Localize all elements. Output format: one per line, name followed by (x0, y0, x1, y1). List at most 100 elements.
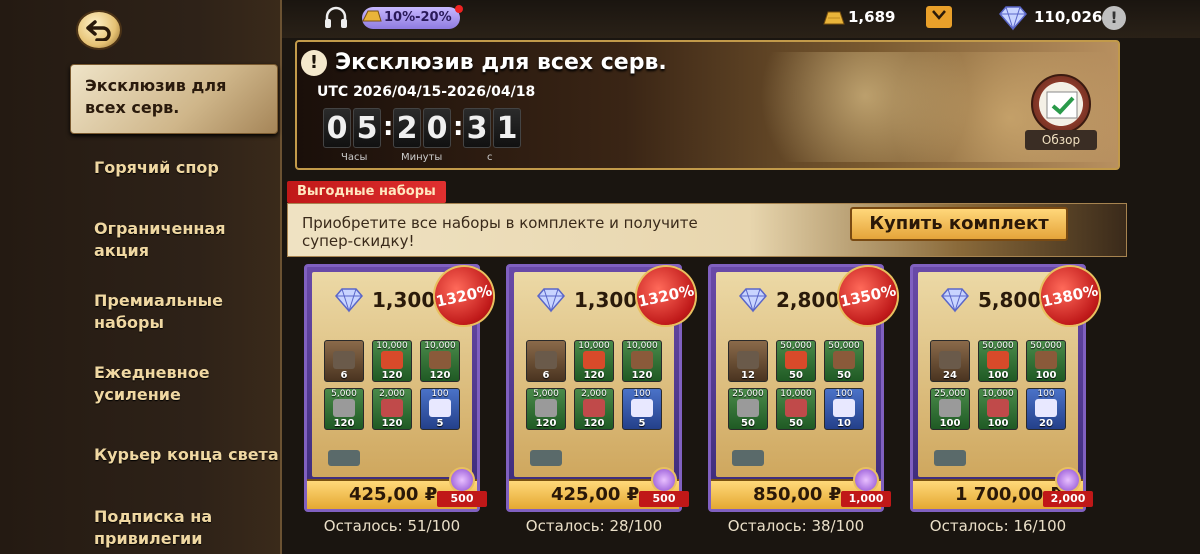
reward-item[interactable] (728, 436, 768, 478)
timer-digit: 3 (463, 108, 491, 148)
item-count: 120 (583, 418, 605, 429)
reward-item[interactable]: 100 5 (420, 388, 460, 430)
pack-card[interactable]: 1,300 6 10,000 120 10,000 120 5,000 120 … (506, 259, 703, 512)
reward-item[interactable] (324, 436, 364, 478)
sidebar-item-privilege-subscription[interactable]: Подписка на привилегии (94, 506, 234, 550)
reward-item[interactable]: 50,000 100 (1026, 340, 1066, 382)
points-badge: 1,000 (841, 467, 891, 507)
reward-item[interactable]: 50,000 50 (824, 340, 864, 382)
reward-item[interactable]: 10,000 120 (420, 340, 460, 382)
pack-card[interactable]: 5,800 24 50,000 100 50,000 100 25,000 10… (910, 259, 1107, 512)
back-button[interactable] (76, 10, 122, 50)
wood-icon (631, 351, 653, 369)
diamond-icon (537, 288, 565, 313)
pack-price: 425,00 ₽ (349, 484, 438, 505)
reward-item[interactable]: 100 20 (1026, 388, 1066, 430)
star-icon (651, 467, 677, 493)
overview-button[interactable]: Обзор (1025, 74, 1097, 154)
sidebar-item-doomsday-courier[interactable]: Курьер конца света (94, 444, 279, 466)
sidebar-item-premium-packs[interactable]: Премиальные наборы (94, 290, 234, 334)
gold-dropdown-button[interactable] (926, 6, 952, 28)
chest-icon (333, 351, 355, 369)
headset-icon[interactable] (322, 4, 350, 32)
reward-item[interactable]: 10,000 120 (622, 340, 662, 382)
vip-icon (631, 399, 653, 417)
reward-item[interactable]: 50,000 50 (776, 340, 816, 382)
item-top-value: 50,000 (828, 341, 860, 351)
item-count: 100 (1035, 370, 1057, 381)
reward-item[interactable]: 10,000 120 (574, 340, 614, 382)
item-count: 24 (943, 370, 957, 381)
reward-item[interactable]: 25,000 50 (728, 388, 768, 430)
calendar-icon (1031, 74, 1091, 134)
item-top-value: 10,000 (424, 341, 456, 351)
reward-item[interactable]: 2,000 120 (372, 388, 412, 430)
vip-icon (833, 399, 855, 417)
item-count: 50 (789, 370, 803, 381)
crate-icon (328, 450, 360, 466)
sidebar: Эксклюзив для всех серв. Горячий спор Ог… (0, 0, 282, 554)
chest-icon (737, 351, 759, 369)
item-top-value: 25,000 (934, 389, 966, 399)
sidebar-item-limited-offer[interactable]: Ограниченная акция (94, 218, 234, 262)
points-value: 2,000 (1043, 491, 1093, 507)
reward-item[interactable]: 10,000 100 (978, 388, 1018, 430)
steel-icon (737, 399, 759, 417)
wood-icon (833, 351, 855, 369)
points-badge: 500 (639, 467, 689, 507)
timer-colon: : (453, 112, 464, 142)
reward-item[interactable] (526, 436, 566, 478)
item-top-value: 25,000 (732, 389, 764, 399)
buy-button[interactable]: 425,00 ₽ 500 (307, 467, 487, 509)
reward-item[interactable]: 100 10 (824, 388, 864, 430)
info-icon[interactable]: ! (1102, 6, 1126, 30)
promo-badge[interactable]: 10%-20% (362, 5, 463, 29)
pack-card[interactable]: 2,800 12 50,000 50 50,000 50 25,000 50 1… (708, 259, 905, 512)
buy-button[interactable]: 850,00 ₽ 1,000 (711, 467, 891, 509)
reward-item[interactable]: 5,000 120 (526, 388, 566, 430)
chevron-down-icon (932, 10, 946, 20)
sidebar-item-exclusive[interactable]: Эксклюзив для всех серв. (70, 64, 278, 134)
reward-item[interactable]: 10,000 120 (372, 340, 412, 382)
tomato-icon (583, 351, 605, 369)
exclamation-icon[interactable]: ! (301, 50, 327, 76)
timer-digit: 2 (393, 108, 421, 148)
crate-icon (934, 450, 966, 466)
sidebar-item-label: Эксклюзив для всех серв. (85, 76, 227, 117)
sidebar-item-hot-debate[interactable]: Горячий спор (94, 157, 264, 179)
reward-item[interactable]: 100 5 (622, 388, 662, 430)
bundle-description: Приобретите все наборы в комплекте и пол… (302, 214, 698, 250)
reward-item[interactable]: 5,000 120 (324, 388, 364, 430)
steel-icon (535, 399, 557, 417)
item-count: 100 (987, 370, 1009, 381)
reward-item[interactable]: 25,000 100 (930, 388, 970, 430)
item-top-value: 100 (835, 389, 853, 399)
item-count: 12 (741, 370, 755, 381)
reward-item[interactable]: 10,000 50 (776, 388, 816, 430)
wood-icon (429, 351, 451, 369)
reward-item[interactable]: 50,000 100 (978, 340, 1018, 382)
item-count: 10 (837, 418, 851, 429)
tomato-icon (987, 351, 1009, 369)
steel-icon (939, 399, 961, 417)
buy-button[interactable]: 1 700,00 ₽ 2,000 (913, 467, 1093, 509)
reward-item[interactable]: 6 (324, 340, 364, 382)
item-top-value: 2,000 (379, 389, 405, 399)
item-count: 120 (381, 418, 403, 429)
meat-icon (987, 399, 1009, 417)
item-count: 100 (987, 418, 1009, 429)
pack-card[interactable]: 1,300 6 10,000 120 10,000 120 5,000 120 … (304, 259, 501, 512)
buy-button[interactable]: 425,00 ₽ 500 (509, 467, 689, 509)
chest-icon (535, 351, 557, 369)
overview-label: Обзор (1025, 130, 1097, 150)
buy-bundle-button[interactable]: Купить комплект (850, 207, 1068, 241)
promo-text: 10%-20% (384, 10, 452, 25)
sidebar-item-daily-boost[interactable]: Ежедневное усиление (94, 362, 224, 406)
reward-item[interactable]: 2,000 120 (574, 388, 614, 430)
reward-item[interactable] (930, 436, 970, 478)
reward-item[interactable]: 24 (930, 340, 970, 382)
reward-item[interactable]: 6 (526, 340, 566, 382)
reward-item[interactable]: 12 (728, 340, 768, 382)
steel-icon (333, 399, 355, 417)
item-top-value: 10,000 (376, 341, 408, 351)
